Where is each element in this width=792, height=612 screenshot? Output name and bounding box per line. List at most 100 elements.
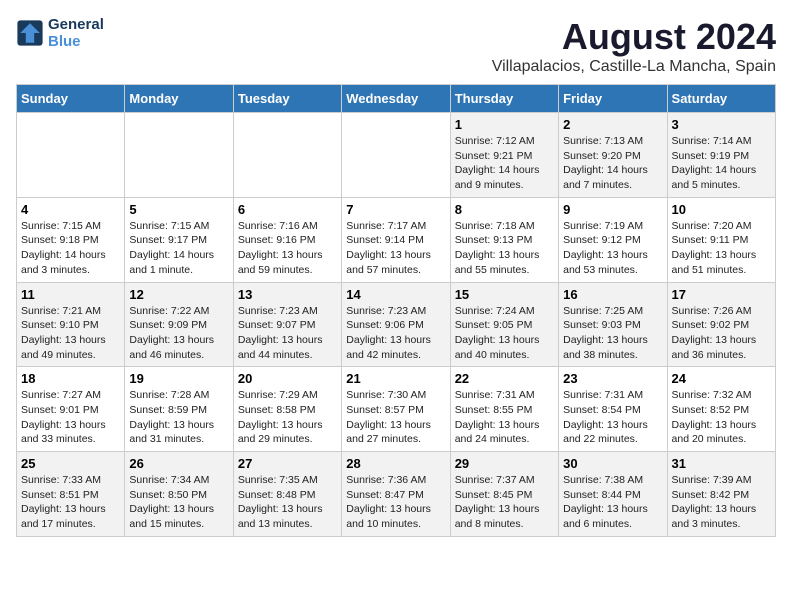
day-cell: 9 Sunrise: 7:19 AMSunset: 9:12 PMDaylight…	[559, 197, 667, 282]
day-info: Sunrise: 7:33 AMSunset: 8:51 PMDaylight:…	[21, 473, 120, 532]
day-info: Sunrise: 7:36 AMSunset: 8:47 PMDaylight:…	[346, 473, 445, 532]
day-cell: 30Sunrise: 7:38 AMSunset: 8:44 PMDayligh…	[559, 452, 667, 537]
day-cell: 2 Sunrise: 7:13 AMSunset: 9:20 PMDaylight…	[559, 113, 667, 198]
day-number: 6	[238, 202, 337, 217]
col-header-friday: Friday	[559, 85, 667, 113]
day-info: Sunrise: 7:34 AMSunset: 8:50 PMDaylight:…	[129, 473, 228, 532]
day-cell: 19 Sunrise: 7:28 AMSunset: 8:59 PMDayligh…	[125, 367, 233, 452]
week-row-5: 25 Sunrise: 7:33 AMSunset: 8:51 PMDayligh…	[17, 452, 776, 537]
day-info: Sunrise: 7:31 AMSunset: 8:54 PMDaylight:…	[563, 388, 662, 447]
day-info: Sunrise: 7:19 AMSunset: 9:12 PMDaylight:…	[563, 219, 662, 278]
day-cell	[125, 113, 233, 198]
col-header-thursday: Thursday	[450, 85, 558, 113]
day-number: 31	[672, 456, 771, 471]
col-header-sunday: Sunday	[17, 85, 125, 113]
day-cell: 11 Sunrise: 7:21 AMSunset: 9:10 PMDayligh…	[17, 282, 125, 367]
day-info: Sunrise: 7:21 AMSunset: 9:10 PMDaylight:…	[21, 304, 120, 363]
day-info: Sunrise: 7:38 AMSunset: 8:44 PMDaylight:…	[563, 473, 662, 532]
day-info: Sunrise: 7:22 AMSunset: 9:09 PMDaylight:…	[129, 304, 228, 363]
day-number: 16	[563, 287, 662, 302]
logo: General Blue	[16, 16, 104, 50]
day-number: 15	[455, 287, 554, 302]
day-number: 9	[563, 202, 662, 217]
day-number: 20	[238, 371, 337, 386]
col-header-monday: Monday	[125, 85, 233, 113]
day-info: Sunrise: 7:24 AMSunset: 9:05 PMDaylight:…	[455, 304, 554, 363]
day-cell: 29 Sunrise: 7:37 AMSunset: 8:45 PMDayligh…	[450, 452, 558, 537]
logo-icon	[16, 19, 44, 47]
day-number: 21	[346, 371, 445, 386]
day-cell: 15 Sunrise: 7:24 AMSunset: 9:05 PMDayligh…	[450, 282, 558, 367]
header: General Blue August 2024 Villapalacios, …	[16, 16, 776, 76]
day-cell: 6 Sunrise: 7:16 AMSunset: 9:16 PMDaylight…	[233, 197, 341, 282]
day-number: 27	[238, 456, 337, 471]
day-number: 7	[346, 202, 445, 217]
day-number: 25	[21, 456, 120, 471]
day-cell: 27 Sunrise: 7:35 AMSunset: 8:48 PMDayligh…	[233, 452, 341, 537]
day-number: 8	[455, 202, 554, 217]
day-info: Sunrise: 7:20 AMSunset: 9:11 PMDaylight:…	[672, 219, 771, 278]
day-number: 5	[129, 202, 228, 217]
col-header-wednesday: Wednesday	[342, 85, 450, 113]
day-number: 23	[563, 371, 662, 386]
day-info: Sunrise: 7:15 AMSunset: 9:17 PMDaylight:…	[129, 219, 228, 278]
day-cell	[17, 113, 125, 198]
day-number: 3	[672, 117, 771, 132]
day-info: Sunrise: 7:14 AMSunset: 9:19 PMDaylight:…	[672, 134, 771, 193]
day-cell: 5 Sunrise: 7:15 AMSunset: 9:17 PMDaylight…	[125, 197, 233, 282]
day-cell: 4Sunrise: 7:15 AMSunset: 9:18 PMDaylight…	[17, 197, 125, 282]
day-cell: 22 Sunrise: 7:31 AMSunset: 8:55 PMDayligh…	[450, 367, 558, 452]
day-cell: 14 Sunrise: 7:23 AMSunset: 9:06 PMDayligh…	[342, 282, 450, 367]
day-info: Sunrise: 7:39 AMSunset: 8:42 PMDaylight:…	[672, 473, 771, 532]
day-info: Sunrise: 7:16 AMSunset: 9:16 PMDaylight:…	[238, 219, 337, 278]
day-cell: 20Sunrise: 7:29 AMSunset: 8:58 PMDayligh…	[233, 367, 341, 452]
title-area: August 2024 Villapalacios, Castille-La M…	[492, 16, 776, 76]
week-row-4: 18Sunrise: 7:27 AMSunset: 9:01 PMDayligh…	[17, 367, 776, 452]
day-cell: 3 Sunrise: 7:14 AMSunset: 9:19 PMDaylight…	[667, 113, 775, 198]
subtitle: Villapalacios, Castille-La Mancha, Spain	[492, 58, 776, 76]
week-row-1: 1Sunrise: 7:12 AMSunset: 9:21 PMDaylight…	[17, 113, 776, 198]
day-info: Sunrise: 7:15 AMSunset: 9:18 PMDaylight:…	[21, 219, 120, 278]
day-number: 22	[455, 371, 554, 386]
day-cell: 18Sunrise: 7:27 AMSunset: 9:01 PMDayligh…	[17, 367, 125, 452]
day-cell: 16 Sunrise: 7:25 AMSunset: 9:03 PMDayligh…	[559, 282, 667, 367]
logo-text: General Blue	[48, 16, 104, 50]
day-info: Sunrise: 7:26 AMSunset: 9:02 PMDaylight:…	[672, 304, 771, 363]
day-info: Sunrise: 7:27 AMSunset: 9:01 PMDaylight:…	[21, 388, 120, 447]
day-info: Sunrise: 7:32 AMSunset: 8:52 PMDaylight:…	[672, 388, 771, 447]
day-number: 13	[238, 287, 337, 302]
day-cell: 26Sunrise: 7:34 AMSunset: 8:50 PMDayligh…	[125, 452, 233, 537]
day-cell: 8 Sunrise: 7:18 AMSunset: 9:13 PMDaylight…	[450, 197, 558, 282]
week-row-2: 4Sunrise: 7:15 AMSunset: 9:18 PMDaylight…	[17, 197, 776, 282]
day-cell: 13Sunrise: 7:23 AMSunset: 9:07 PMDayligh…	[233, 282, 341, 367]
day-cell: 23 Sunrise: 7:31 AMSunset: 8:54 PMDayligh…	[559, 367, 667, 452]
day-number: 11	[21, 287, 120, 302]
day-cell: 25 Sunrise: 7:33 AMSunset: 8:51 PMDayligh…	[17, 452, 125, 537]
day-number: 10	[672, 202, 771, 217]
day-info: Sunrise: 7:37 AMSunset: 8:45 PMDaylight:…	[455, 473, 554, 532]
day-info: Sunrise: 7:35 AMSunset: 8:48 PMDaylight:…	[238, 473, 337, 532]
day-info: Sunrise: 7:25 AMSunset: 9:03 PMDaylight:…	[563, 304, 662, 363]
day-number: 19	[129, 371, 228, 386]
day-info: Sunrise: 7:23 AMSunset: 9:06 PMDaylight:…	[346, 304, 445, 363]
day-number: 24	[672, 371, 771, 386]
day-cell: 12Sunrise: 7:22 AMSunset: 9:09 PMDayligh…	[125, 282, 233, 367]
day-number: 17	[672, 287, 771, 302]
day-cell: 17 Sunrise: 7:26 AMSunset: 9:02 PMDayligh…	[667, 282, 775, 367]
day-cell: 31 Sunrise: 7:39 AMSunset: 8:42 PMDayligh…	[667, 452, 775, 537]
day-cell: 21Sunrise: 7:30 AMSunset: 8:57 PMDayligh…	[342, 367, 450, 452]
day-cell: 7Sunrise: 7:17 AMSunset: 9:14 PMDaylight…	[342, 197, 450, 282]
header-row: SundayMondayTuesdayWednesdayThursdayFrid…	[17, 85, 776, 113]
main-title: August 2024	[492, 16, 776, 58]
day-cell	[342, 113, 450, 198]
col-header-tuesday: Tuesday	[233, 85, 341, 113]
day-info: Sunrise: 7:18 AMSunset: 9:13 PMDaylight:…	[455, 219, 554, 278]
day-info: Sunrise: 7:31 AMSunset: 8:55 PMDaylight:…	[455, 388, 554, 447]
week-row-3: 11 Sunrise: 7:21 AMSunset: 9:10 PMDayligh…	[17, 282, 776, 367]
day-info: Sunrise: 7:13 AMSunset: 9:20 PMDaylight:…	[563, 134, 662, 193]
day-cell: 1Sunrise: 7:12 AMSunset: 9:21 PMDaylight…	[450, 113, 558, 198]
day-number: 29	[455, 456, 554, 471]
day-number: 2	[563, 117, 662, 132]
day-number: 14	[346, 287, 445, 302]
day-info: Sunrise: 7:28 AMSunset: 8:59 PMDaylight:…	[129, 388, 228, 447]
